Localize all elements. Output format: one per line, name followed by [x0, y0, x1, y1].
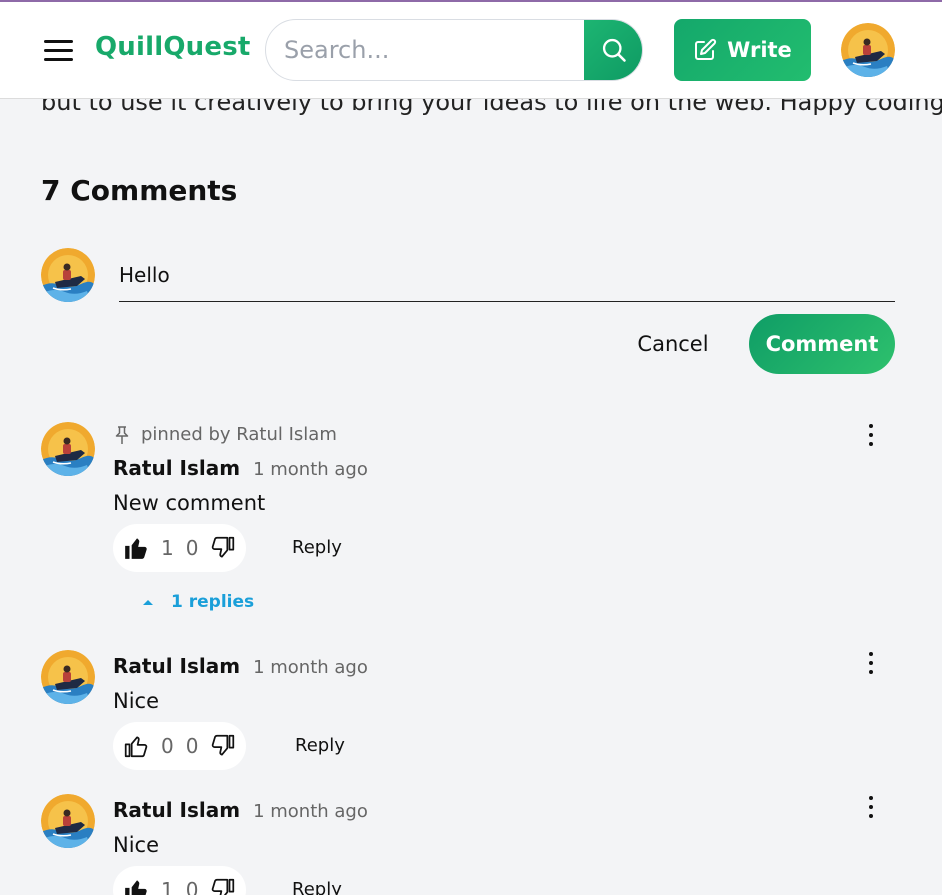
- reply-button[interactable]: Reply: [292, 537, 342, 558]
- search-input[interactable]: [266, 20, 584, 80]
- comment-avatar: [41, 794, 95, 848]
- comment-author[interactable]: Ratul Islam: [113, 798, 240, 822]
- reply-button[interactable]: Reply: [292, 879, 342, 895]
- comment-meta: Ratul Islam 1 month ago: [113, 798, 368, 822]
- vote-controls: 0 0: [113, 722, 247, 770]
- more-options-icon[interactable]: [864, 422, 878, 448]
- dislike-count: 0: [185, 734, 199, 758]
- vote-controls: 1 0: [113, 866, 247, 895]
- comment-time: 1 month ago: [253, 459, 368, 480]
- more-options-icon[interactable]: [864, 794, 878, 820]
- reply-button[interactable]: Reply: [295, 735, 345, 756]
- thumbs-up-icon[interactable]: [123, 877, 149, 895]
- pinned-label: pinned by Ratul Islam: [113, 424, 337, 445]
- comment-text: Nice: [113, 689, 160, 713]
- vote-controls: 1 0: [113, 524, 247, 572]
- hamburger-menu-icon[interactable]: [44, 38, 74, 62]
- dislike-count: 0: [185, 536, 199, 560]
- comment-author[interactable]: Ratul Islam: [113, 654, 240, 678]
- like-count: 1: [161, 878, 174, 895]
- thumbs-down-icon[interactable]: [210, 535, 236, 561]
- thumbs-down-icon[interactable]: [210, 733, 236, 759]
- comment-text: Nice: [113, 833, 160, 857]
- comment-input[interactable]: [119, 254, 895, 302]
- comment-time: 1 month ago: [253, 657, 368, 678]
- comment-author[interactable]: Ratul Islam: [113, 456, 240, 480]
- comment-text: New comment: [113, 491, 266, 515]
- comment-meta: Ratul Islam 1 month ago: [113, 456, 368, 480]
- write-button-label: Write: [727, 38, 792, 62]
- caret-up-icon: [143, 600, 153, 605]
- thumbs-down-icon[interactable]: [210, 877, 236, 895]
- top-navbar: QuillQuest Write: [0, 2, 942, 99]
- comment-avatar: [41, 650, 95, 704]
- submit-comment-button[interactable]: Comment: [749, 314, 895, 374]
- thumbs-up-icon[interactable]: [123, 535, 149, 561]
- like-count: 0: [161, 734, 174, 758]
- more-options-icon[interactable]: [864, 650, 878, 676]
- site-logo[interactable]: QuillQuest: [95, 32, 251, 62]
- write-button[interactable]: Write: [674, 19, 811, 81]
- pinned-text: pinned by Ratul Islam: [141, 424, 337, 445]
- search-bar: [265, 19, 643, 81]
- comment-meta: Ratul Islam 1 month ago: [113, 654, 368, 678]
- pin-icon: [115, 425, 129, 444]
- cancel-button[interactable]: Cancel: [624, 318, 722, 370]
- comment-avatar: [41, 422, 95, 476]
- thumbs-up-icon[interactable]: [123, 733, 149, 759]
- compose-avatar: [41, 248, 95, 302]
- replies-toggle[interactable]: 1 replies: [141, 592, 254, 612]
- dislike-count: 0: [185, 878, 199, 895]
- search-button[interactable]: [584, 20, 642, 80]
- comments-count-title: 7 Comments: [41, 174, 238, 207]
- user-avatar[interactable]: [841, 23, 895, 77]
- replies-count: 1 replies: [171, 592, 255, 612]
- like-count: 1: [161, 536, 174, 560]
- comment-time: 1 month ago: [253, 801, 368, 822]
- edit-icon: [695, 38, 717, 60]
- search-icon: [602, 38, 626, 62]
